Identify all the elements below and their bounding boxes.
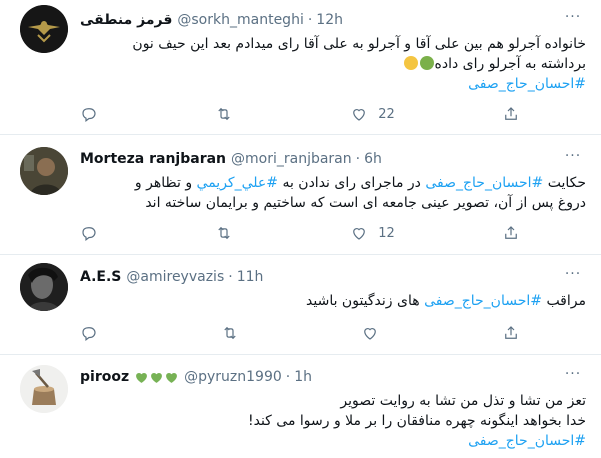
retweet-button[interactable]	[221, 324, 249, 342]
user-photo-icon	[20, 147, 68, 195]
tweet-line: حکایت #احسان_حاج_صفی در ماجرای رای ندادن…	[80, 173, 586, 193]
timestamp[interactable]: 12h	[316, 12, 343, 28]
tweet[interactable]: Morteza ranjbaran @mori_ranjbaran · 6h ·…	[0, 135, 601, 255]
like-button[interactable]: 12	[350, 224, 395, 242]
display-name[interactable]: A.E.S	[80, 269, 121, 285]
user-handle[interactable]: @sorkh_manteghi	[177, 12, 303, 28]
hashtag-link[interactable]: #احسان_حاج_صفی	[80, 74, 586, 94]
tweet-line: دروغ پس از آن، تصویر عینی جامعه ای است ک…	[145, 195, 586, 211]
green-heart-icon	[150, 371, 163, 384]
like-count: 12	[378, 225, 395, 241]
share-button[interactable]	[502, 324, 520, 342]
like-button[interactable]: 22	[350, 105, 395, 123]
retweet-icon	[218, 226, 230, 240]
tweet-header: pirooz @pyruzn1990 · 1h	[80, 367, 312, 387]
reply-button[interactable]	[80, 324, 108, 342]
tweet-text-segment: حکایت	[547, 175, 586, 191]
reply-icon	[82, 327, 96, 341]
hashtag-link[interactable]: #احسان_حاج_صفی	[80, 431, 586, 451]
more-icon[interactable]: ···	[563, 149, 583, 169]
tweet[interactable]: A.E.S @amireyvazis · 11h ··· مراقب #احسا…	[0, 255, 601, 355]
tweet-line: مراقب #احسان_حاج_صفی های زندگیتون باشید	[80, 291, 586, 311]
more-icon[interactable]: ···	[563, 267, 583, 287]
nauseated-face-icon	[419, 56, 434, 70]
avatar[interactable]	[20, 147, 68, 195]
tweet-line: خانواده آجرلو هم بین علی آقا و آجرلو به …	[132, 36, 586, 52]
tweet-text: خانواده آجرلو هم بین علی آقا و آجرلو به …	[80, 34, 586, 94]
like-button[interactable]	[361, 324, 389, 342]
tweet[interactable]: pirooz @pyruzn1990 · 1h ··· تعز من تشا و…	[0, 355, 601, 458]
retweet-button[interactable]	[215, 224, 243, 242]
tweet-line-with-emoji: برداشته به آجرلو رای داده	[80, 54, 586, 74]
separator-dot: ·	[228, 269, 233, 285]
like-count: 22	[378, 106, 395, 122]
like-icon	[353, 228, 366, 240]
green-heart-icon	[165, 371, 178, 384]
user-handle[interactable]: @mori_ranjbaran	[231, 151, 352, 167]
tweet-line: تعز من تشا و تذل من تشا به روایت تصویر	[340, 393, 586, 409]
tweet-line-text: برداشته به آجرلو رای داده	[434, 56, 586, 72]
reply-icon	[82, 227, 96, 241]
user-handle[interactable]: @amireyvazis	[126, 269, 224, 285]
tweet-header: Morteza ranjbaran @mori_ranjbaran · 6h	[80, 149, 382, 169]
more-icon[interactable]: ···	[563, 367, 583, 387]
hashtag-link[interactable]: #احسان_حاج_صفی	[424, 293, 542, 309]
separator-dot: ·	[355, 151, 361, 167]
share-icon	[505, 326, 517, 339]
user-handle[interactable]: @pyruzn1990	[184, 369, 282, 385]
tweet-actions: 22	[80, 104, 520, 124]
tweet[interactable]: قرمز منطقی @sorkh_manteghi · 12h ··· خان…	[0, 0, 601, 135]
separator-dot: ·	[285, 369, 291, 385]
tweet-header: A.E.S @amireyvazis · 11h	[80, 267, 263, 287]
share-button[interactable]	[502, 224, 520, 242]
hashtag-link[interactable]: #احسان_حاج_صفی	[425, 175, 543, 191]
tweet-text-segment: مراقب	[546, 293, 586, 309]
reply-button[interactable]	[80, 224, 108, 242]
tweet-text-segment: و تظاهر و	[134, 175, 193, 191]
tweet-header: قرمز منطقی @sorkh_manteghi · 12h	[80, 10, 343, 30]
tweet-actions: 12	[80, 223, 520, 243]
like-icon	[364, 328, 377, 340]
faravahar-logo-icon	[20, 5, 68, 53]
separator-dot: ·	[307, 12, 313, 28]
display-name[interactable]: pirooz	[80, 369, 129, 385]
tweet-text: مراقب #احسان_حاج_صفی های زندگیتون باشید	[80, 291, 586, 311]
more-icon[interactable]: ···	[563, 10, 583, 30]
green-heart-icon	[135, 371, 148, 384]
retweet-button[interactable]	[215, 105, 243, 123]
retweet-icon	[218, 107, 230, 121]
retweet-icon	[223, 326, 236, 340]
avatar[interactable]	[20, 263, 68, 311]
tweet-actions	[80, 323, 520, 343]
display-name[interactable]: Morteza ranjbaran	[80, 151, 226, 167]
user-photo-icon	[20, 263, 68, 311]
timestamp[interactable]: 1h	[294, 369, 312, 385]
avatar[interactable]	[20, 5, 68, 53]
tree-stump-axe-icon	[20, 365, 68, 413]
reply-icon	[82, 108, 96, 122]
hashtag-link[interactable]: #علي_كريمي	[197, 175, 278, 191]
tweet-text-segment: های زندگیتون باشید	[306, 293, 420, 309]
tweet-line: خدا بخواهد اینگونه چهره منافقان را بر مل…	[247, 413, 586, 429]
share-icon	[505, 226, 517, 239]
display-name[interactable]: قرمز منطقی	[80, 12, 172, 28]
tongue-face-icon	[403, 56, 418, 70]
timestamp[interactable]: 6h	[364, 151, 382, 167]
like-icon	[353, 109, 366, 121]
share-icon	[505, 107, 517, 120]
tweet-text-segment: در ماجرای رای ندادن به	[282, 175, 421, 191]
tweet-text: حکایت #احسان_حاج_صفی در ماجرای رای ندادن…	[80, 173, 586, 213]
tweet-text: تعز من تشا و تذل من تشا به روایت تصویر خ…	[80, 391, 586, 451]
timestamp[interactable]: 11h	[237, 269, 264, 285]
avatar[interactable]	[20, 365, 68, 413]
share-button[interactable]	[502, 105, 520, 123]
reply-button[interactable]	[80, 105, 108, 123]
